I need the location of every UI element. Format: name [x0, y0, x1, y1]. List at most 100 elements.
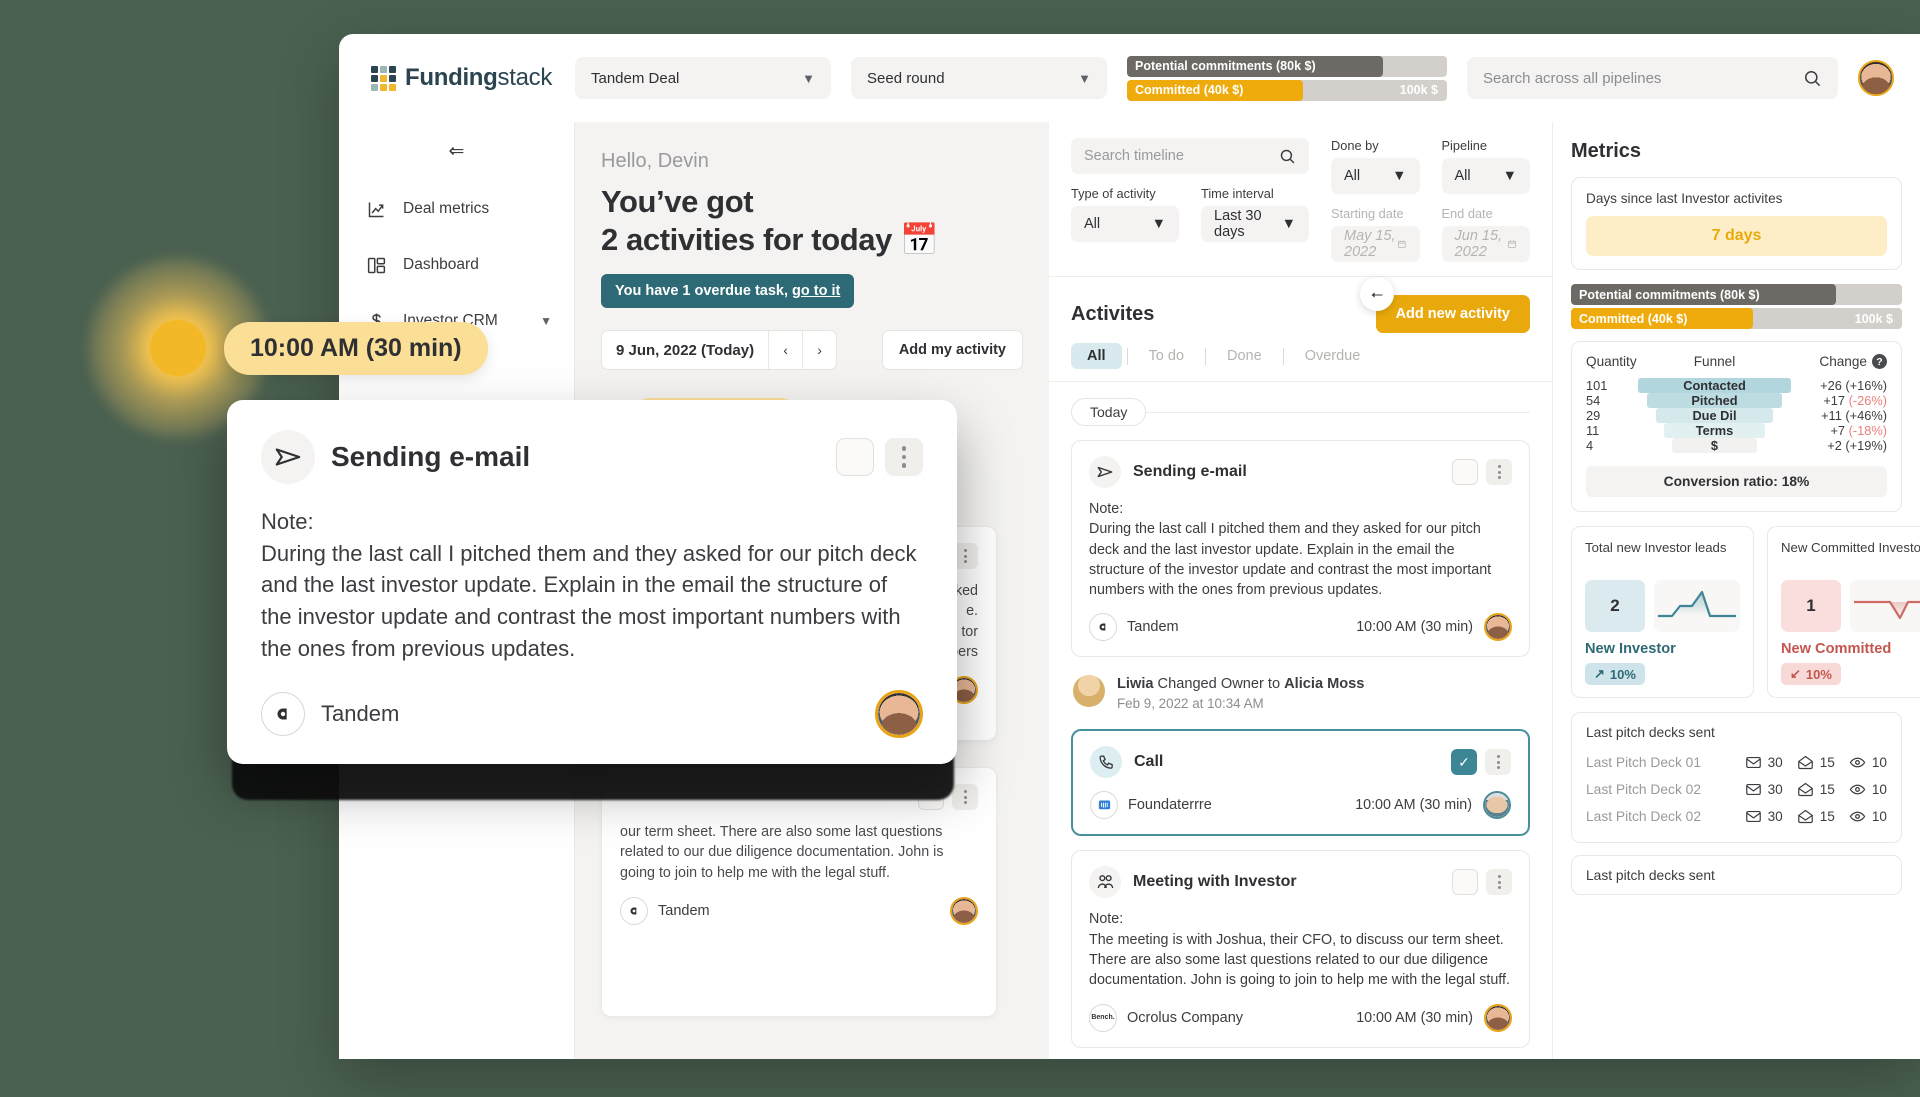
tab-overdue[interactable]: Overdue	[1289, 343, 1377, 369]
opened-count: 15	[1819, 809, 1835, 824]
done-by-select[interactable]: All ▼	[1331, 158, 1420, 194]
background-activity-card-2[interactable]: our term sheet. There are also some last…	[601, 767, 997, 1017]
viewed-count: 10	[1871, 809, 1887, 824]
global-search[interactable]	[1467, 57, 1838, 99]
modal-menu-icon[interactable]	[885, 438, 923, 476]
search-icon[interactable]	[1803, 69, 1822, 88]
deal-select-value: Tandem Deal	[591, 69, 680, 87]
sidebar-item-deal-metrics[interactable]: Deal metrics	[339, 181, 574, 237]
eye-icon	[1849, 811, 1866, 822]
card-menu-icon[interactable]	[1485, 749, 1511, 776]
calendar-icon[interactable]	[1507, 236, 1517, 252]
complete-checkbox[interactable]	[1452, 459, 1478, 485]
note-text: During the last call I pitched them and …	[1089, 521, 1492, 599]
next-day-button[interactable]: ›	[802, 331, 836, 369]
funnel-change: +2 (+19%)	[1827, 438, 1887, 453]
card-footer: Bench. Ocrolus Company 10:00 AM (30 min)	[1089, 1003, 1512, 1032]
activity-card-call[interactable]: Call ✓ Foundaterrre 10:00 AM (30 min)	[1071, 729, 1530, 837]
mini-metric-cards: Total new Investor leads 2 New Investor	[1571, 526, 1920, 698]
funnel-bar-wrap: $	[1638, 438, 1791, 453]
activity-detail-modal[interactable]: Sending e-mail Note: During the last cal…	[227, 400, 957, 765]
add-new-activity-button[interactable]: Add new activity	[1375, 295, 1530, 333]
sent-stat: 30	[1745, 754, 1783, 771]
activity-type: Call	[1134, 753, 1164, 771]
global-search-input[interactable]	[1483, 69, 1793, 87]
chevron-down-icon: ▼	[1281, 216, 1296, 232]
type-of-activity-select[interactable]: All ▼	[1071, 206, 1179, 242]
funnel-change: +11 (+46%)	[1821, 408, 1887, 423]
brand-name-bold: Funding	[405, 64, 498, 91]
card-menu-icon[interactable]	[1486, 459, 1512, 485]
funnel-rows: 101 Contacted +26 (+16%) 54 Pitched +17 (-26%…	[1586, 378, 1887, 453]
tab-done[interactable]: Done	[1211, 343, 1278, 369]
note-label: Note:	[1089, 911, 1124, 928]
potential-bar-label: Potential commitments (80k $)	[1579, 287, 1760, 302]
scale-max-label: 100k $	[1854, 311, 1893, 326]
complete-checkbox-checked[interactable]: ✓	[1451, 749, 1477, 776]
user-avatar[interactable]	[1858, 60, 1894, 96]
round-select[interactable]: Seed round ▼	[851, 57, 1107, 99]
card-meta: 10:00 AM (30 min)	[1355, 791, 1511, 820]
metrics-panel: Metrics Days since last Investor activit…	[1552, 122, 1920, 1059]
collapse-panel-button[interactable]: ⭠	[1360, 277, 1394, 311]
tab-divider	[1126, 347, 1128, 365]
prev-day-button[interactable]: ‹	[768, 331, 802, 369]
timeline-column: Type of activity All ▼ Time interval Las…	[1049, 122, 1552, 1059]
timeline-search-input[interactable]	[1084, 148, 1271, 164]
pitch-deck-stats: 30 15 10	[1745, 781, 1887, 798]
calendar-icon[interactable]	[1397, 236, 1407, 252]
card-org-name: Tandem	[658, 902, 710, 919]
chevron-down-icon[interactable]: ▼	[540, 314, 552, 328]
starting-date-input[interactable]: May 15, 2022	[1331, 226, 1420, 262]
viewed-count: 10	[1871, 755, 1887, 770]
potential-bar-label: Potential commitments (80k $)	[1135, 59, 1316, 73]
add-my-activity-button[interactable]: Add my activity	[881, 330, 1023, 370]
timeline-list[interactable]: Today Sending e-mail Note: During the la…	[1049, 382, 1552, 1059]
card-menu-icon[interactable]	[1486, 869, 1512, 896]
collapse-sidebar-icon[interactable]: ⇐	[449, 140, 465, 163]
overdue-banner[interactable]: You have 1 overdue task, go to it	[601, 274, 855, 308]
complete-checkbox[interactable]	[1452, 869, 1478, 896]
paper-plane-icon	[261, 430, 315, 484]
timeline-event: Liwia Changed Owner to Alicia Moss Feb 9…	[1071, 671, 1530, 729]
pitch-deck-row[interactable]: Last Pitch Deck 01 30 15 10	[1586, 749, 1887, 776]
card-menu-icon[interactable]	[952, 784, 978, 810]
sent-stat: 30	[1745, 781, 1783, 798]
complete-checkbox[interactable]	[836, 438, 874, 476]
card-org: Foundaterrre	[1090, 791, 1212, 820]
note-label: Note:	[1089, 501, 1124, 517]
search-icon[interactable]	[1279, 148, 1296, 165]
card-org-name: Ocrolus Company	[1127, 1009, 1244, 1026]
type-of-activity-value: All	[1084, 216, 1101, 232]
days-since-label: Days since last Investor activites	[1586, 191, 1783, 206]
activity-card-meeting[interactable]: Meeting with Investor Note: The meeting …	[1071, 850, 1530, 1048]
committed-bar-label: Committed (40k $)	[1135, 83, 1244, 97]
pitch-deck-row[interactable]: Last Pitch Deck 02 30 15 10	[1586, 776, 1887, 803]
pitch-decks-title: Last pitch decks sent	[1586, 725, 1715, 740]
opened-count: 15	[1819, 782, 1835, 797]
date-box[interactable]: 9 Jun, 2022 (Today) ‹ ›	[601, 330, 838, 370]
tab-all[interactable]: All	[1071, 343, 1122, 369]
timeline-search[interactable]	[1071, 138, 1309, 174]
overdue-link[interactable]: go to it	[792, 283, 840, 299]
modal-title: Sending e-mail	[331, 441, 531, 472]
deal-select[interactable]: Tandem Deal ▼	[575, 57, 831, 99]
pitch-deck-row[interactable]: Last Pitch Deck 02 30 15 10	[1586, 803, 1887, 830]
sidebar-item-label: Deal metrics	[403, 200, 490, 217]
brand-logo[interactable]: Fundingstack	[339, 64, 575, 92]
funnel-bar-wrap: Pitched	[1638, 393, 1791, 408]
pipeline-select[interactable]: All ▼	[1441, 158, 1530, 194]
event-actor: Liwia	[1117, 676, 1154, 693]
time-interval-label: Time interval	[1201, 186, 1274, 201]
pitch-deck-name: Last Pitch Deck 02	[1586, 809, 1702, 824]
pitch-deck-stats: 30 15 10	[1745, 754, 1887, 771]
event-date: Feb 9, 2022 at 10:34 AM	[1117, 696, 1264, 712]
sidebar-item-dashboard[interactable]: Dashboard	[339, 237, 574, 293]
tab-to-do[interactable]: To do	[1133, 343, 1200, 369]
mini-card-change: ↙ 10%	[1781, 663, 1841, 685]
time-interval-select[interactable]: Last 30 days ▼	[1201, 206, 1309, 242]
modal-footer: Tandem	[261, 690, 923, 739]
end-date-input[interactable]: Jun 15, 2022	[1441, 226, 1530, 262]
activity-card-sending-email[interactable]: Sending e-mail Note: During the last cal…	[1071, 440, 1530, 658]
help-icon[interactable]: ?	[1872, 354, 1887, 369]
